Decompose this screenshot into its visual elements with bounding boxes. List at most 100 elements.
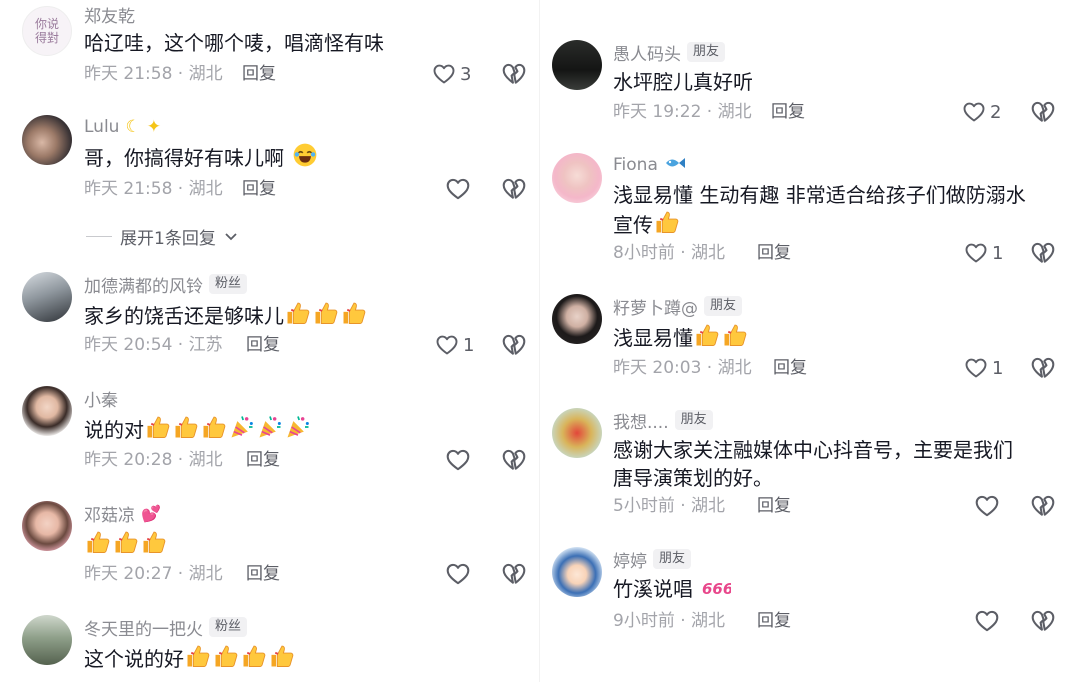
666-emoji-icon: 666 xyxy=(701,577,733,607)
expand-divider xyxy=(86,236,112,237)
reply-button[interactable]: 回复 xyxy=(242,177,276,201)
chevron-down-icon xyxy=(224,227,238,247)
like-button[interactable]: 2 xyxy=(962,99,1001,125)
username[interactable]: 邓菇凉 xyxy=(84,501,135,526)
timestamp-location: 昨天 20:27 · 湖北 xyxy=(84,564,223,584)
avatar[interactable] xyxy=(22,115,72,165)
broken-heart-icon[interactable] xyxy=(501,447,527,473)
svg-text:666: 666 xyxy=(702,580,731,598)
comment-text: 感谢大家关注融媒体中心抖音号，主要是我们 xyxy=(613,438,1013,462)
fish-icon xyxy=(664,155,686,176)
timestamp-location: 8小时前 · 湖北 xyxy=(613,243,726,263)
avatar[interactable] xyxy=(552,40,602,90)
broken-heart-icon[interactable] xyxy=(501,61,527,87)
avatar[interactable] xyxy=(22,272,72,322)
broken-heart-icon[interactable] xyxy=(1030,240,1056,266)
avatar[interactable] xyxy=(552,294,602,344)
comment-text-continued: 宣传 xyxy=(613,213,653,237)
heart-icon xyxy=(432,62,456,86)
thumbs-up-icon xyxy=(653,208,681,236)
avatar[interactable] xyxy=(22,615,72,665)
timestamp-location: 昨天 20:54 · 江苏 xyxy=(84,335,223,355)
comment-text xyxy=(84,528,168,560)
username[interactable]: 郑友乾 xyxy=(84,2,135,27)
like-count: 1 xyxy=(992,357,1004,379)
avatar-text: 你说得對 xyxy=(34,17,59,45)
expand-replies-button[interactable]: 展开1条回复 xyxy=(86,224,238,249)
heart-icon[interactable] xyxy=(445,561,471,587)
thumbs-up-icon xyxy=(240,642,268,670)
fan-badge: 粉丝 xyxy=(209,274,248,294)
timestamp-location: 昨天 19:22 · 湖北 xyxy=(613,102,752,122)
like-count: 1 xyxy=(992,242,1004,264)
thumbs-up-icon xyxy=(84,528,112,556)
reply-button[interactable]: 回复 xyxy=(757,609,791,633)
username[interactable]: 愚人码头 xyxy=(613,40,681,65)
heart-icon[interactable] xyxy=(445,447,471,473)
avatar[interactable] xyxy=(22,386,72,436)
thumbs-up-icon xyxy=(268,642,296,670)
avatar[interactable] xyxy=(552,408,602,458)
heart-icon xyxy=(964,356,988,380)
comment-text: 说的对 xyxy=(84,418,144,442)
comment-text: 哥，你搞得好有味儿啊 xyxy=(84,146,284,170)
username[interactable]: 婷婷 xyxy=(613,547,647,572)
timestamp-location: 昨天 20:03 · 湖北 xyxy=(613,358,752,378)
thumbs-up-icon xyxy=(693,321,721,349)
comment-text: 浅显易懂 xyxy=(613,326,693,350)
comment-text: 家乡的饶舌还是够味儿 xyxy=(84,304,284,328)
heart-icon[interactable] xyxy=(974,493,1000,519)
username[interactable]: 我想.... xyxy=(613,408,669,433)
reply-button[interactable]: 回复 xyxy=(757,494,791,518)
broken-heart-icon[interactable] xyxy=(501,561,527,587)
heart-icon[interactable] xyxy=(974,608,1000,634)
like-button[interactable]: 1 xyxy=(964,240,1003,266)
broken-heart-icon[interactable] xyxy=(501,176,527,202)
like-count: 2 xyxy=(990,101,1002,123)
broken-heart-icon[interactable] xyxy=(1030,493,1056,519)
reply-button[interactable]: 回复 xyxy=(773,356,807,380)
broken-heart-icon[interactable] xyxy=(1030,355,1056,381)
comment-text: 水坪腔儿真好听 xyxy=(613,70,753,94)
heart-icon[interactable] xyxy=(445,176,471,202)
like-button[interactable]: 1 xyxy=(964,355,1003,381)
laughing-emoji-icon xyxy=(292,142,318,176)
pink-hearts-icon: 💕 xyxy=(141,503,161,523)
heart-icon xyxy=(964,241,988,265)
like-button[interactable]: 3 xyxy=(432,61,471,87)
avatar[interactable] xyxy=(22,501,72,551)
reply-button[interactable]: 回复 xyxy=(246,562,280,586)
party-popper-icon xyxy=(284,413,312,441)
thumbs-up-icon xyxy=(212,642,240,670)
comment-text-continued: 唐导演策划的好。 xyxy=(613,466,773,490)
thumbs-up-icon xyxy=(312,299,340,327)
like-button[interactable]: 1 xyxy=(435,332,474,358)
reply-button[interactable]: 回复 xyxy=(242,62,276,86)
username[interactable]: Lulu xyxy=(84,117,119,137)
username[interactable]: 冬天里的一把火 xyxy=(84,615,203,640)
avatar[interactable] xyxy=(552,153,602,203)
friend-badge: 朋友 xyxy=(704,296,743,316)
broken-heart-icon[interactable] xyxy=(501,332,527,358)
thumbs-up-icon xyxy=(340,299,368,327)
username[interactable]: 加德满都的风铃 xyxy=(84,272,203,297)
username[interactable]: 籽萝卜蹲@ xyxy=(613,294,698,319)
username[interactable]: 小秦 xyxy=(84,386,118,411)
comment-text: 哈辽哇，这个哪个唛，唱滴怪有味 xyxy=(84,31,384,55)
avatar[interactable] xyxy=(552,547,602,597)
timestamp-location: 9小时前 · 湖北 xyxy=(613,611,726,631)
broken-heart-icon[interactable] xyxy=(1030,608,1056,634)
username[interactable]: Fiona xyxy=(613,155,658,175)
moon-icon: ☾ xyxy=(125,117,141,137)
reply-button[interactable]: 回复 xyxy=(771,100,805,124)
friend-badge: 朋友 xyxy=(653,549,692,569)
like-count: 3 xyxy=(460,63,472,85)
reply-button[interactable]: 回复 xyxy=(246,448,280,472)
timestamp-location: 5小时前 · 湖北 xyxy=(613,496,726,516)
broken-heart-icon[interactable] xyxy=(1030,99,1056,125)
reply-button[interactable]: 回复 xyxy=(757,241,791,265)
reply-button[interactable]: 回复 xyxy=(246,333,280,357)
avatar[interactable]: 你说得對 xyxy=(22,6,72,56)
thumbs-up-icon xyxy=(721,321,749,349)
thumbs-up-icon xyxy=(144,413,172,441)
